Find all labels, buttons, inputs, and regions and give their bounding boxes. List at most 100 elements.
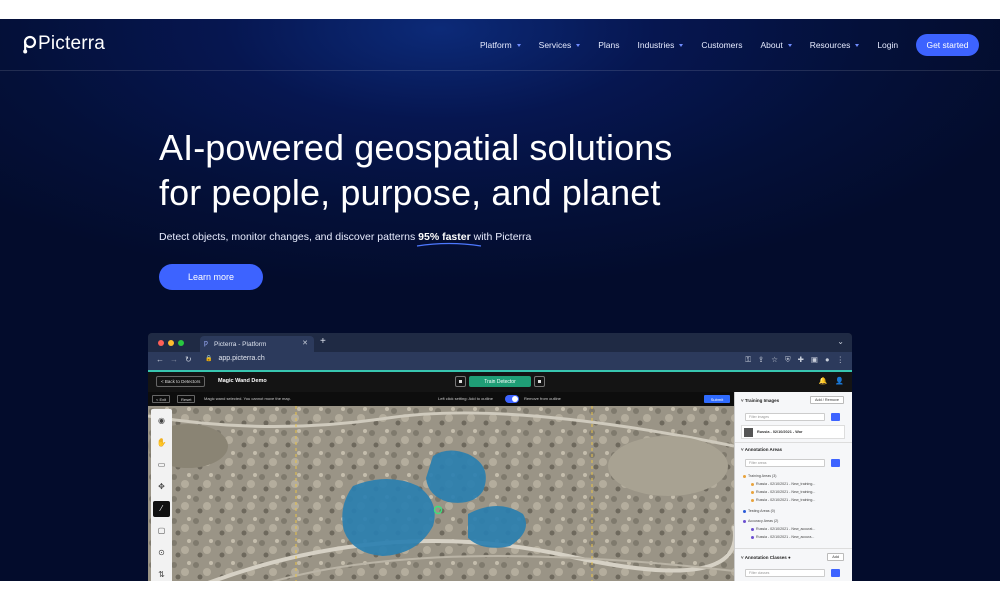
- annotation-areas-heading: ˅ Annotation Areas: [741, 447, 783, 452]
- filter-classes-input: Filter classes: [745, 569, 825, 577]
- bell-icon: 🔔: [818, 378, 828, 385]
- submit-button: Submit: [704, 395, 730, 403]
- get-started-button[interactable]: Get started: [916, 34, 979, 56]
- nav-customers[interactable]: Customers: [701, 40, 742, 50]
- bullet-icon: [751, 527, 754, 531]
- training-image-row: Russia - 02/10/2021 - Wor: [741, 425, 845, 439]
- share-icon: ⇪: [757, 355, 765, 364]
- browser-urlbar: ← → ↻ 🔒 app.picterra.ch ⚿ ⇪ ☆ ⛨ ✚ ▣ ● ⋮: [148, 352, 852, 370]
- underline-squiggle-icon: [416, 242, 482, 247]
- arrows-icon: ⇅: [158, 570, 165, 580]
- bullet-icon: [751, 482, 754, 486]
- plus-icon: +: [320, 336, 326, 347]
- nav-platform-label: Platform: [480, 40, 512, 50]
- star-icon: ☆: [771, 355, 778, 364]
- divider: [735, 548, 852, 549]
- chevron-down-icon: [787, 43, 792, 47]
- list-item-label: Russia - 02/10/2021 - New_accurat...: [756, 527, 816, 531]
- sidebar-icon: ▣: [810, 355, 818, 364]
- bullet-icon: [743, 519, 746, 523]
- image-thumbnail: [744, 428, 753, 437]
- list-item-label: Russia - 02/10/2021 - New_training...: [756, 482, 816, 486]
- chevron-down-icon: ⌄: [837, 337, 844, 346]
- training-areas-group: Training Areas (3): [743, 474, 776, 478]
- add-to-outline-label: Add to outline: [468, 396, 493, 401]
- filter-button: [831, 413, 840, 421]
- bullet-icon: [751, 535, 754, 539]
- train-detector-button: Train Detector: [469, 376, 531, 387]
- right-panel: ˅ Training Images Add / Remove Filter im…: [734, 392, 852, 581]
- chevron-down-icon: [576, 43, 581, 47]
- filter-button: [831, 569, 840, 577]
- nav-platform[interactable]: Platform: [480, 40, 521, 50]
- list-item-label: Russia - 02/10/2021 - New_training...: [756, 490, 816, 494]
- nav-resources[interactable]: Resources: [810, 40, 860, 50]
- eye-icon: ◉: [158, 415, 165, 425]
- nav-menu: Platform Services Plans Industries Custo…: [480, 19, 916, 71]
- brand-name: Picterra: [38, 33, 106, 54]
- zoom-icon: ⊙: [158, 548, 165, 558]
- nav-services[interactable]: Services: [539, 40, 581, 50]
- learn-more-button[interactable]: Learn more: [159, 264, 263, 290]
- back-to-detectors-button: < Back to Detectors: [156, 376, 206, 387]
- url-field: 🔒 app.picterra.ch: [205, 355, 265, 362]
- annotation-classes-heading: ˅ Annotation Classes ●: [741, 555, 791, 560]
- chevron-down-icon: [679, 43, 684, 47]
- nav-customers-label: Customers: [701, 40, 743, 50]
- user-icon: 👤: [835, 378, 844, 385]
- rectangle-icon: ▭: [157, 459, 166, 469]
- logo[interactable]: Picterra: [21, 33, 105, 55]
- more-vertical-icon: ⋮: [836, 355, 845, 364]
- nav-resources-label: Resources: [809, 40, 851, 50]
- list-item-label: Russia - 02/10/2021 - New_training...: [756, 498, 816, 502]
- exit-button: < Exit: [152, 395, 171, 403]
- accuracy-areas-label: Accuracy Areas (2): [748, 519, 779, 523]
- divider: [735, 442, 852, 443]
- training-image-label: Russia - 02/10/2021 - Wor: [757, 430, 803, 434]
- nav-login-label: Login: [877, 40, 899, 50]
- outline-mode-toggle: [505, 395, 519, 403]
- project-title: Magic Wand Demo: [218, 378, 267, 384]
- list-item: Russia - 02/10/2021 - New_training...: [751, 482, 815, 486]
- close-window-dot: [158, 340, 164, 346]
- bullet-icon: [751, 490, 754, 494]
- training-images-label: Training Images: [744, 398, 780, 403]
- filter-areas-input: Filter areas: [745, 459, 825, 467]
- picterra-favicon-icon: ƿ: [204, 340, 208, 347]
- stop-icon: [534, 376, 545, 387]
- bullet-icon: [743, 474, 746, 478]
- browser-tabbar: ƿ Picterra - Platform ✕ + ⌄: [148, 333, 852, 352]
- annotation-classes-label: Annotation Classes: [744, 555, 787, 560]
- satellite-map: [148, 406, 734, 581]
- accuracy-areas-group: Accuracy Areas (2): [743, 519, 778, 523]
- list-item-label: Russia - 02/10/2021 - New_accura...: [756, 535, 815, 539]
- add-class-button: Add: [827, 553, 844, 561]
- url-text: app.picterra.ch: [218, 355, 265, 362]
- nav-plans-label: Plans: [598, 40, 620, 50]
- training-images-heading: ˅ Training Images: [741, 398, 780, 403]
- training-areas-label: Training Areas (3): [748, 474, 777, 478]
- close-icon: ✕: [302, 340, 308, 347]
- hero-title: AI-powered geospatial solutions for peop…: [159, 125, 672, 215]
- browser-tab: ƿ Picterra - Platform ✕: [200, 336, 314, 352]
- info-icon: ●: [788, 555, 791, 560]
- bullet-icon: [751, 498, 754, 502]
- chevron-down-icon: [516, 43, 521, 47]
- hero-subtitle-pre: Detect objects, monitor changes, and dis…: [159, 231, 416, 243]
- map-tool-palette: ◉ ✋ ▭ ✥ ⁄ ▢ ⊙ ⇅: [151, 409, 172, 581]
- lock-icon: 🔒: [205, 356, 213, 362]
- app-header: < Back to Detectors Magic Wand Demo Trai…: [148, 372, 852, 392]
- app-toolbar: < Exit Reset Magic wand selected. You ca…: [148, 392, 734, 406]
- nav-about[interactable]: About: [760, 40, 792, 50]
- hero-subtitle-post: with Picterra: [473, 231, 532, 243]
- testing-areas-group: Testing Areas (0): [743, 509, 775, 513]
- top-nav: Picterra Platform Services Plans Industr…: [0, 19, 1000, 71]
- list-item: Russia - 02/10/2021 - New_training...: [751, 490, 815, 494]
- hero-title-line2: for people, purpose, and planet: [159, 172, 661, 213]
- nav-plans[interactable]: Plans: [598, 40, 619, 50]
- nav-industries[interactable]: Industries: [638, 40, 684, 50]
- minimize-window-dot: [168, 340, 174, 346]
- nav-login[interactable]: Login: [877, 40, 898, 50]
- app-header-icons: 🔔 👤: [819, 377, 844, 385]
- key-icon: ⚿: [745, 355, 751, 364]
